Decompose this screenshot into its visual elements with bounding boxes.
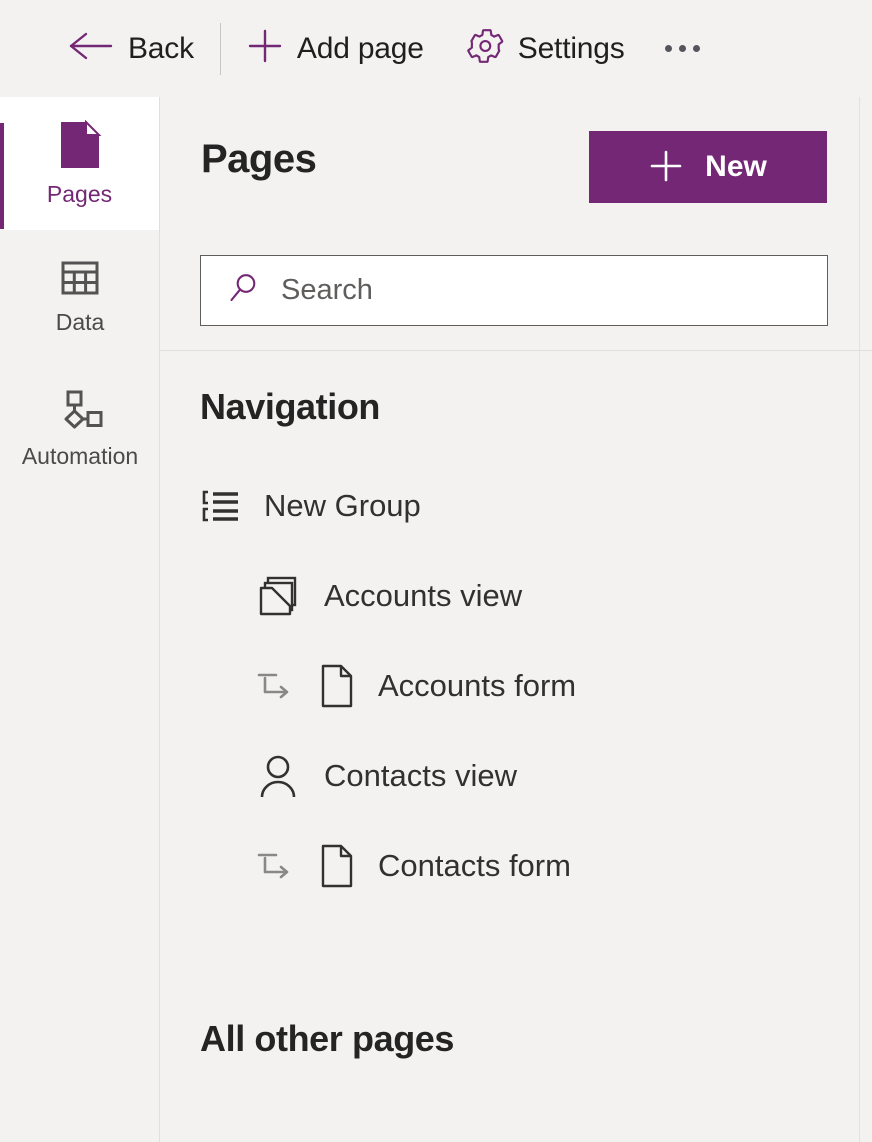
page-document-icon: [58, 119, 102, 170]
new-button[interactable]: New: [589, 131, 827, 203]
tree-item-contacts-view[interactable]: Contacts view: [160, 745, 860, 807]
back-button[interactable]: Back: [58, 21, 204, 77]
form-page-icon: [318, 663, 356, 709]
search-placeholder: Search: [281, 274, 373, 306]
flowchart-icon: [57, 390, 103, 432]
tree-item-label: Accounts view: [324, 578, 523, 613]
panel-header: Pages New: [160, 97, 859, 252]
arrow-left-icon: [68, 30, 114, 67]
group-list-icon: [200, 488, 242, 524]
ellipsis-icon: [692, 45, 700, 52]
navigation-heading: Navigation: [200, 386, 381, 427]
ellipsis-icon: [664, 45, 672, 52]
all-other-pages-heading: All other pages: [200, 1018, 455, 1059]
toolbar-divider: [219, 22, 221, 75]
left-nav-rail: Pages Data Automation: [0, 97, 160, 1142]
person-icon: [256, 753, 302, 799]
sidebar-item-label: Data: [55, 308, 105, 335]
sidebar-item-data[interactable]: Data: [0, 230, 160, 363]
indent-arrow-icon: [256, 849, 296, 883]
form-page-icon: [318, 843, 356, 889]
sidebar-item-label: Automation: [21, 442, 139, 469]
navigation-tree: New Group Accounts view Accounts form Co…: [160, 475, 860, 925]
settings-button[interactable]: Settings: [456, 21, 635, 77]
new-button-label: New: [705, 150, 767, 183]
command-toolbar: Back Add page Settings: [0, 0, 872, 97]
tree-item-label: New Group: [264, 488, 421, 523]
plus-icon: [247, 28, 283, 69]
plus-icon: [649, 149, 683, 186]
page-title: Pages: [201, 137, 317, 181]
tree-item-label: Contacts view: [324, 758, 517, 793]
gear-icon: [466, 27, 504, 70]
more-options-button[interactable]: [647, 24, 718, 74]
sidebar-item-label: Pages: [46, 180, 113, 207]
app-root: Back Add page Settings Pages Data Automa…: [0, 0, 872, 1142]
sidebar-item-pages[interactable]: Pages: [0, 97, 160, 230]
indent-arrow-icon: [256, 669, 296, 703]
ellipsis-icon: [678, 45, 686, 52]
search-container: Search: [200, 255, 828, 326]
search-icon: [227, 271, 261, 310]
tree-item-accounts-form[interactable]: Accounts form: [160, 655, 860, 717]
table-grid-icon: [60, 258, 100, 298]
search-input[interactable]: Search: [200, 255, 828, 326]
add-page-button[interactable]: Add page: [237, 21, 434, 77]
sidebar-item-automation[interactable]: Automation: [0, 363, 160, 496]
tree-item-accounts-view[interactable]: Accounts view: [160, 565, 860, 627]
tree-item-new-group[interactable]: New Group: [160, 475, 860, 537]
add-page-label: Add page: [296, 31, 424, 65]
settings-label: Settings: [517, 31, 625, 65]
view-stack-icon: [256, 573, 302, 619]
tree-item-label: Contacts form: [378, 848, 571, 883]
tree-item-label: Accounts form: [378, 668, 577, 703]
back-label: Back: [128, 31, 194, 65]
header-divider: [160, 350, 872, 351]
tree-item-contacts-form[interactable]: Contacts form: [160, 835, 860, 897]
